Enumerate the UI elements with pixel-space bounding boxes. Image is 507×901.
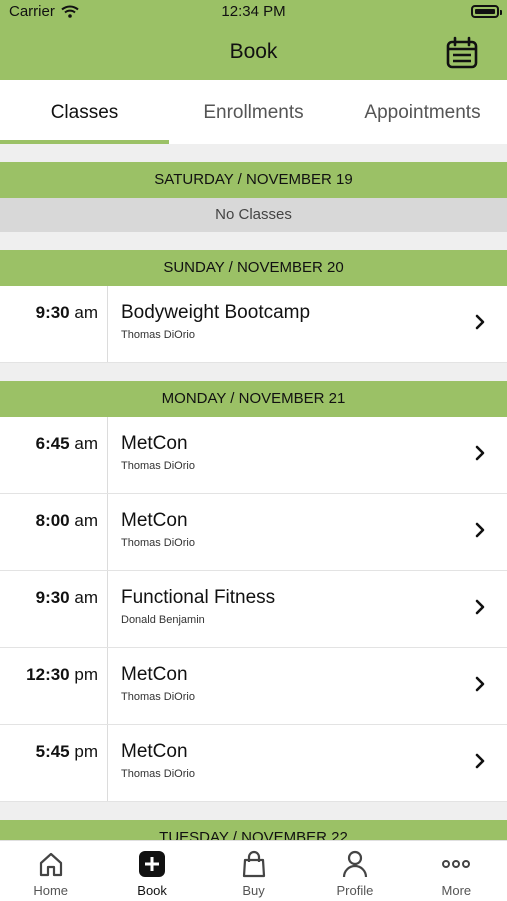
tabbar-buy[interactable]: Buy — [203, 841, 304, 901]
class-name: Functional Fitness — [121, 587, 276, 608]
tabbar-profile[interactable]: Profile — [304, 841, 405, 901]
tabbar-label: Home — [33, 883, 69, 898]
tabbar-label: Profile — [336, 883, 374, 898]
segment-tabs: Classes Enrollments Appointments — [0, 80, 507, 144]
class-row[interactable]: 12:30 pm MetCon Thomas DiOrio — [0, 648, 507, 725]
class-row[interactable]: 9:30 am Bodyweight Bootcamp Thomas DiOri… — [0, 286, 507, 363]
day-header: MONDAY / NOVEMBER 21 — [0, 381, 507, 417]
shopping-bag-icon — [242, 850, 265, 878]
tabbar-home[interactable]: Home — [0, 841, 101, 901]
tabbar-book[interactable]: Book — [101, 841, 202, 901]
chevron-right-icon — [475, 599, 485, 615]
class-name: MetCon — [121, 433, 188, 454]
calendar-icon[interactable] — [445, 36, 479, 70]
add-icon — [139, 851, 166, 877]
class-time: 5:45 pm — [0, 725, 108, 801]
class-row[interactable]: 6:45 am MetCon Thomas DiOrio — [0, 417, 507, 494]
chevron-right-icon — [475, 522, 485, 538]
chevron-right-icon — [475, 676, 485, 692]
tab-appointments[interactable]: Appointments — [338, 80, 507, 144]
status-bar: Carrier 12:34 PM — [0, 0, 507, 24]
instructor-name: Thomas DiOrio — [121, 768, 195, 780]
class-time: 9:30 am — [0, 571, 108, 647]
chevron-right-icon — [475, 445, 485, 461]
class-time: 9:30 am — [0, 286, 108, 362]
tab-classes[interactable]: Classes — [0, 80, 169, 144]
tab-enrollments[interactable]: Enrollments — [169, 80, 338, 144]
class-row[interactable]: 9:30 am Functional Fitness Donald Benjam… — [0, 571, 507, 648]
day-header: SATURDAY / NOVEMBER 19 — [0, 162, 507, 198]
class-row[interactable]: 5:45 pm MetCon Thomas DiOrio — [0, 725, 507, 802]
class-name: MetCon — [121, 510, 188, 531]
day-header: SUNDAY / NOVEMBER 20 — [0, 250, 507, 286]
battery-icon — [471, 5, 502, 18]
chevron-right-icon — [475, 753, 485, 769]
person-icon — [342, 850, 368, 878]
nav-bar: Book — [0, 24, 507, 80]
no-classes-label: No Classes — [0, 198, 507, 232]
class-time: 6:45 am — [0, 417, 108, 493]
class-name: MetCon — [121, 664, 188, 685]
class-time: 8:00 am — [0, 494, 108, 570]
page-title: Book — [229, 40, 278, 63]
instructor-name: Donald Benjamin — [121, 614, 205, 626]
class-name: Bodyweight Bootcamp — [121, 302, 311, 323]
class-row[interactable]: 8:00 am MetCon Thomas DiOrio — [0, 494, 507, 571]
class-schedule-list[interactable]: SATURDAY / NOVEMBER 19 No Classes SUNDAY… — [0, 144, 507, 840]
home-icon — [39, 852, 62, 877]
tabbar-label: Book — [137, 883, 167, 898]
bottom-tab-bar: Home Book Buy Profile More — [0, 840, 507, 901]
tabbar-label: More — [441, 883, 472, 898]
chevron-right-icon — [475, 314, 485, 330]
day-header: TUESDAY / NOVEMBER 22 — [0, 820, 507, 840]
class-time: 12:30 pm — [0, 648, 108, 724]
instructor-name: Thomas DiOrio — [121, 537, 195, 549]
status-time: 12:34 PM — [221, 3, 286, 20]
more-icon — [442, 860, 471, 868]
instructor-name: Thomas DiOrio — [121, 329, 195, 341]
tabbar-more[interactable]: More — [406, 841, 507, 901]
tabbar-label: Buy — [242, 883, 265, 898]
class-name: MetCon — [121, 741, 188, 762]
instructor-name: Thomas DiOrio — [121, 691, 195, 703]
instructor-name: Thomas DiOrio — [121, 460, 195, 472]
